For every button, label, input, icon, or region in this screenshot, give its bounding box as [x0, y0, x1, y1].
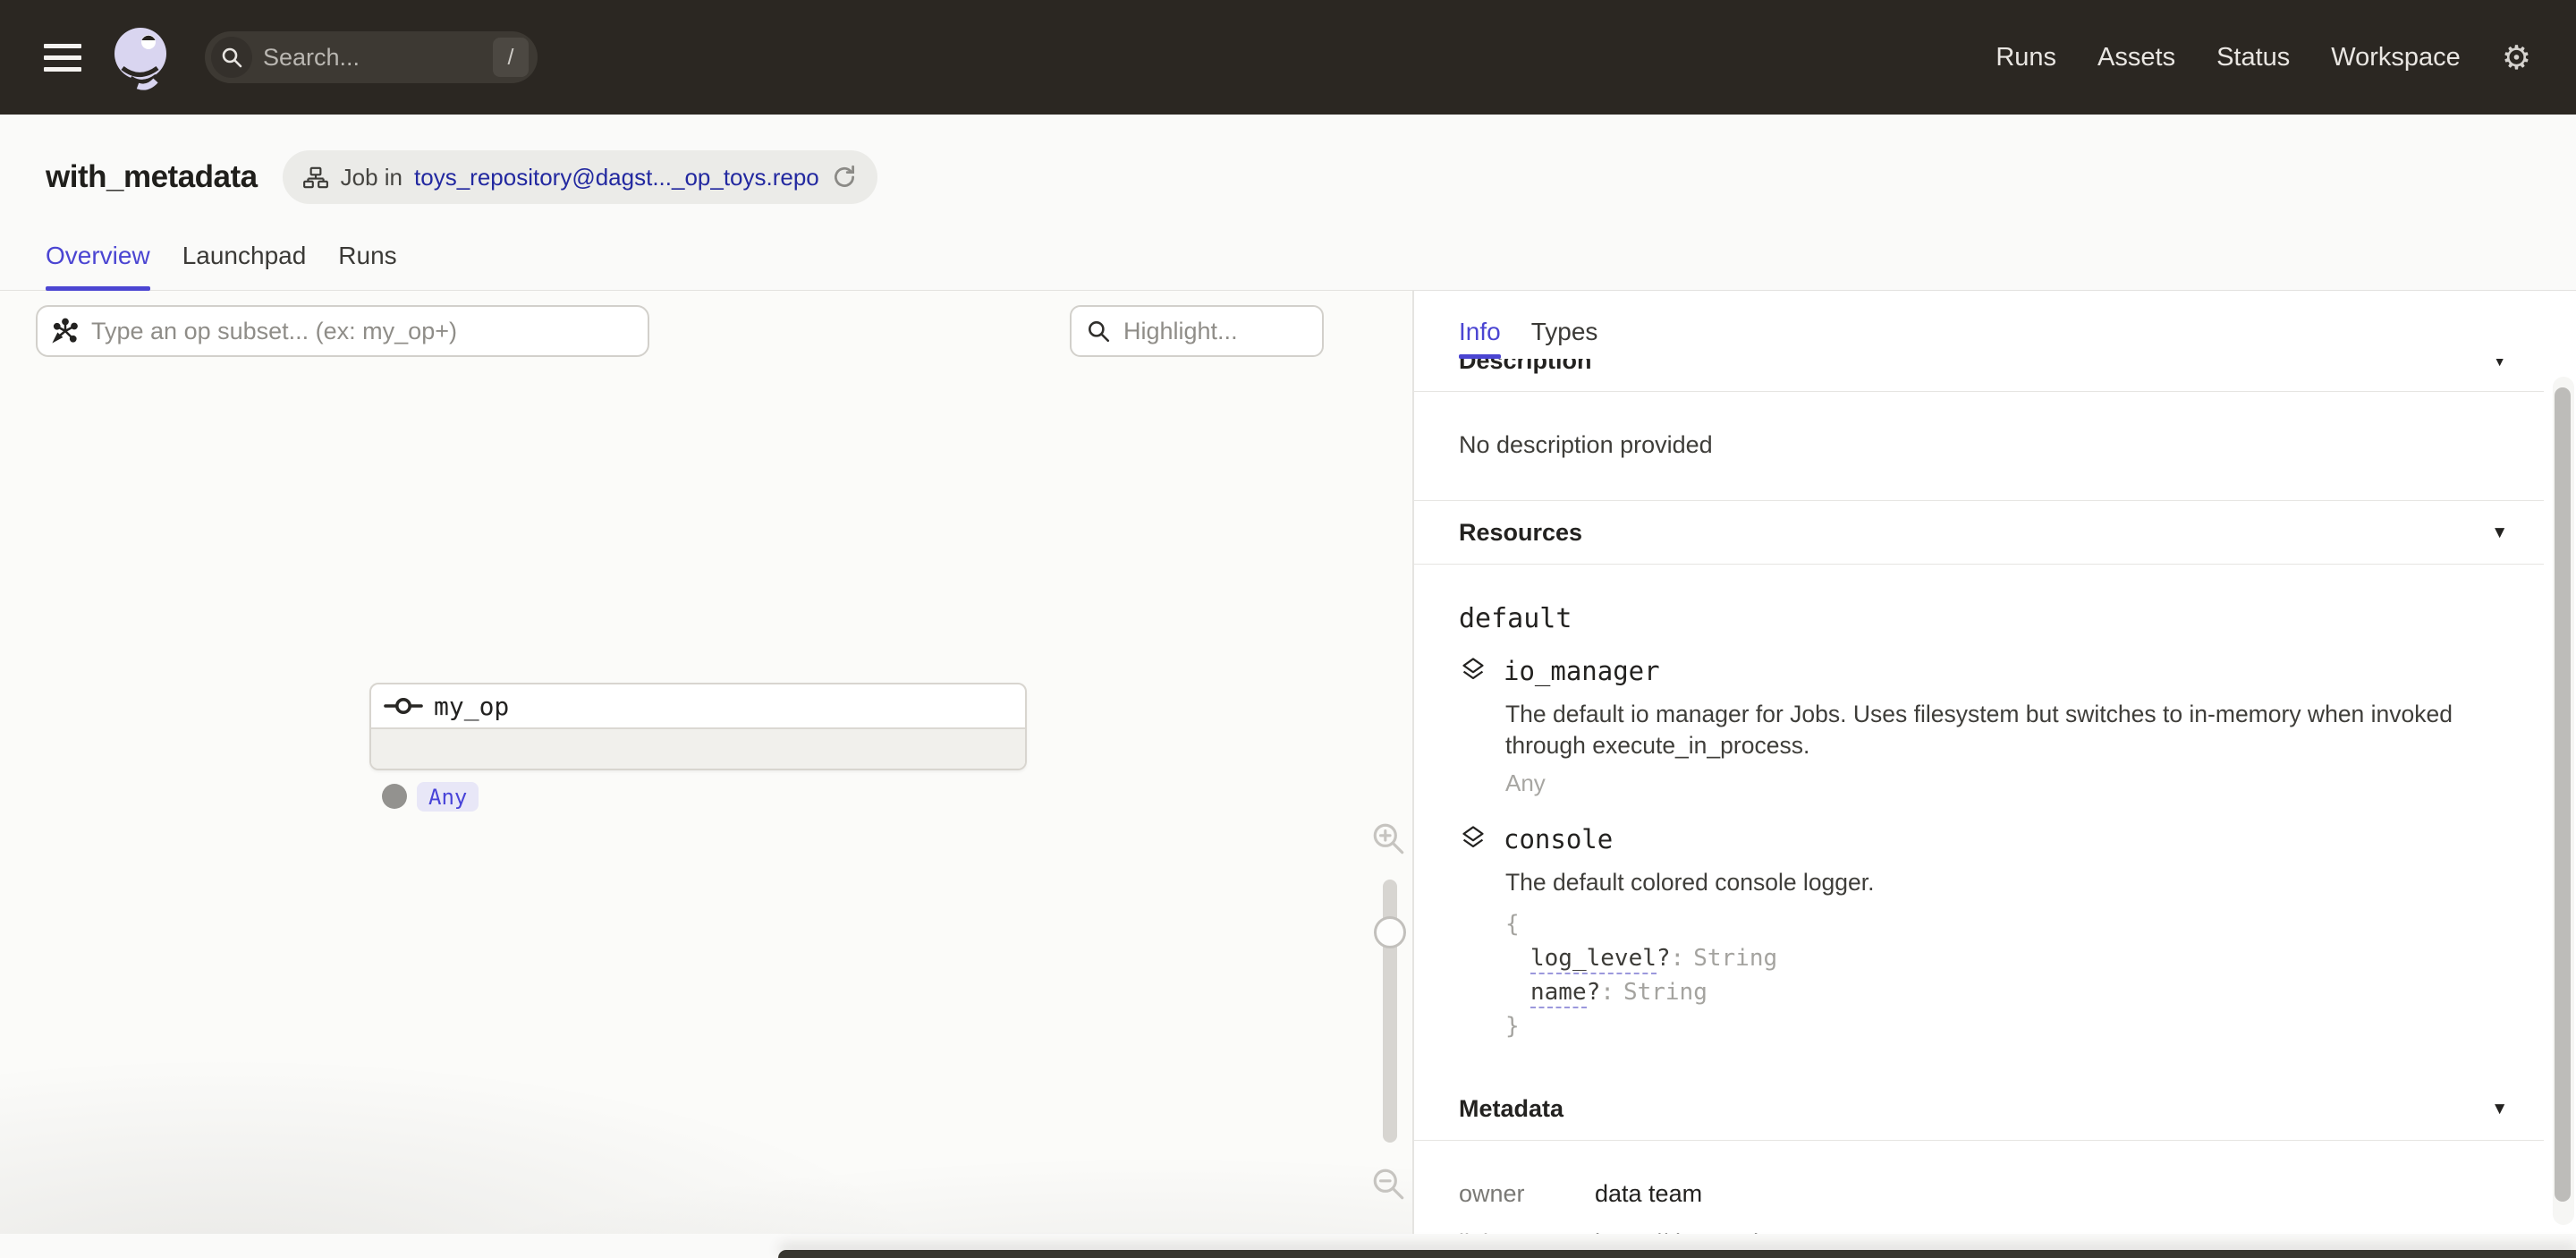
- sidebar-tab-info[interactable]: Info: [1459, 318, 1501, 359]
- op-graph-panel[interactable]: my_op Any: [0, 291, 1414, 1234]
- op-icon: [384, 695, 423, 717]
- search-shortcut-key: /: [493, 38, 529, 77]
- op-node-name: my_op: [434, 692, 509, 721]
- metadata-value: data team: [1595, 1180, 1702, 1208]
- zoom-out-icon[interactable]: [1370, 1166, 1408, 1203]
- op-output-handle[interactable]: [382, 784, 407, 809]
- sidebar-scroll-area[interactable]: Description ▼ No description provided Re…: [1414, 359, 2544, 1234]
- description-body: No description provided: [1414, 392, 2544, 501]
- tab-runs[interactable]: Runs: [338, 242, 396, 290]
- metadata-link[interactable]: https://dagster.io: [1595, 1229, 1772, 1234]
- job-location-badge: Job in toys_repository@dagst..._op_toys.…: [283, 150, 877, 204]
- description-section-header[interactable]: Description ▼: [1414, 359, 2544, 392]
- background-window-edge: [778, 1250, 2576, 1258]
- config-field-type: String: [1623, 979, 1707, 1006]
- logger-config-schema: { log_level?: String name?: String }: [1505, 907, 2499, 1043]
- job-badge-prefix: Job in: [341, 164, 402, 191]
- tab-launchpad[interactable]: Launchpad: [182, 242, 307, 290]
- menu-icon[interactable]: [44, 44, 81, 72]
- dagster-logo-icon[interactable]: [108, 24, 174, 90]
- config-field-type: String: [1693, 945, 1777, 972]
- resource-group-name: default: [1459, 602, 2499, 636]
- op-node-my-op[interactable]: my_op: [369, 683, 1027, 770]
- resource-item-console: console The default colored console logg…: [1459, 824, 2499, 1043]
- layers-icon: [1459, 656, 1487, 686]
- metadata-section-header[interactable]: Metadata ▼: [1414, 1077, 2544, 1141]
- sidebar-scrollbar-thumb[interactable]: [2555, 387, 2571, 1202]
- resource-description: The default io manager for Jobs. Uses fi…: [1505, 699, 2462, 761]
- op-subset-input[interactable]: [91, 318, 633, 345]
- config-close-brace: }: [1505, 1009, 2499, 1043]
- metadata-row-owner: owner data team: [1459, 1180, 2499, 1208]
- page-title: with_metadata: [46, 159, 258, 195]
- zoom-in-icon[interactable]: [1370, 820, 1408, 858]
- job-hierarchy-icon: [302, 166, 329, 190]
- config-field-name[interactable]: log_level: [1530, 945, 1657, 974]
- description-header-label: Description: [1459, 359, 1592, 375]
- page-header: with_metadata Job in toys_repository@dag…: [0, 115, 2576, 204]
- resources-header-label: Resources: [1459, 519, 1582, 547]
- settings-gear-icon[interactable]: ⚙: [2502, 41, 2531, 74]
- nav-link-runs[interactable]: Runs: [1996, 43, 2056, 72]
- job-tabs: Overview Launchpad Runs: [0, 204, 2576, 291]
- search-input[interactable]: [263, 44, 482, 72]
- resources-section-header[interactable]: Resources ▼: [1414, 501, 2544, 565]
- nav-link-assets[interactable]: Assets: [2097, 43, 2175, 72]
- sidebar-tabs: Info Types: [1414, 291, 2576, 359]
- config-separator: :: [1600, 979, 1614, 1006]
- config-field: log_level?: String: [1505, 941, 2499, 975]
- reload-repository-icon[interactable]: [831, 164, 858, 191]
- global-search: /: [205, 31, 538, 83]
- config-open-brace: {: [1505, 907, 2499, 941]
- op-subset-field: [36, 305, 649, 357]
- nav-link-status[interactable]: Status: [2216, 43, 2290, 72]
- config-optional-marker: ?: [1657, 945, 1671, 972]
- config-separator: :: [1671, 945, 1685, 972]
- repository-link[interactable]: toys_repository@dagst..._op_toys.repo: [414, 164, 819, 191]
- resource-description: The default colored console logger.: [1505, 867, 2462, 898]
- top-navbar: / Runs Assets Status Workspace ⚙: [0, 0, 2576, 115]
- highlight-input[interactable]: [1123, 318, 1308, 345]
- highlight-field: [1070, 305, 1324, 357]
- op-node-body: [371, 729, 1025, 769]
- description-collapse-icon[interactable]: ▼: [2491, 359, 2508, 370]
- navbar-links: Runs Assets Status Workspace ⚙: [1996, 41, 2531, 74]
- tab-overview[interactable]: Overview: [46, 242, 150, 290]
- main-content: my_op Any Info Types: [0, 291, 2576, 1234]
- resources-content: default io_manager The default io manage…: [1414, 565, 2544, 1077]
- link-icon[interactable]: [1783, 1232, 1810, 1234]
- resource-name: console: [1504, 824, 1613, 854]
- op-node-title: my_op: [371, 684, 1025, 729]
- resource-item-io-manager: io_manager The default io manager for Jo…: [1459, 656, 2499, 797]
- metadata-header-label: Metadata: [1459, 1095, 1563, 1123]
- metadata-key: owner: [1459, 1180, 1595, 1208]
- zoom-slider-handle[interactable]: [1374, 916, 1406, 948]
- layers-icon: [1459, 824, 1487, 854]
- resource-type: Any: [1505, 769, 2499, 797]
- nav-link-workspace[interactable]: Workspace: [2331, 43, 2461, 72]
- highlight-search-icon: [1086, 319, 1111, 344]
- metadata-content: owner data team link https://dagster.io: [1414, 1141, 2544, 1234]
- op-output-type-badge[interactable]: Any: [417, 782, 479, 812]
- search-icon: [211, 37, 252, 78]
- metadata-key: link: [1459, 1229, 1595, 1234]
- metadata-row-link: link https://dagster.io: [1459, 1229, 2499, 1234]
- resources-collapse-icon[interactable]: ▼: [2491, 524, 2508, 541]
- config-field: name?: String: [1505, 975, 2499, 1009]
- config-field-name[interactable]: name: [1530, 979, 1587, 1008]
- resource-name: io_manager: [1504, 656, 1660, 686]
- op-details-sidebar: Info Types Description ▼ No description …: [1414, 291, 2576, 1234]
- metadata-collapse-icon[interactable]: ▼: [2491, 1101, 2508, 1118]
- config-optional-marker: ?: [1587, 979, 1601, 1006]
- sidebar-tab-types[interactable]: Types: [1531, 318, 1598, 359]
- op-selector-icon: [52, 318, 79, 344]
